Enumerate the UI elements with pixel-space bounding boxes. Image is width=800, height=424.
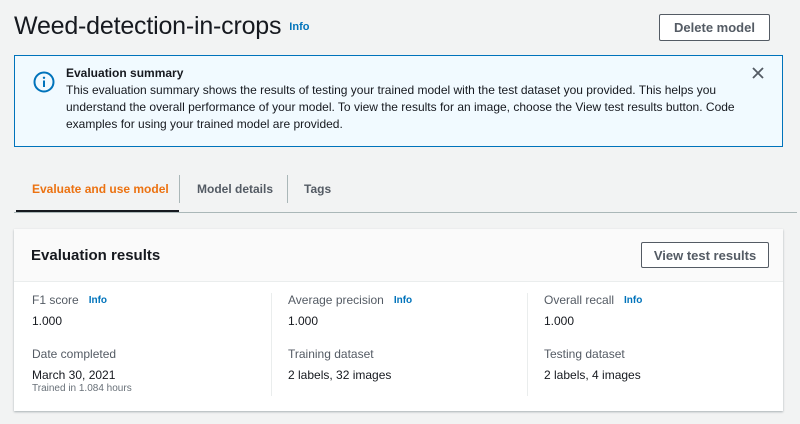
average-precision-label: Average precision Info bbox=[288, 293, 412, 307]
testing-dataset-value: 2 labels, 4 images bbox=[544, 368, 641, 382]
f1-score-label-text: F1 score bbox=[32, 293, 79, 307]
column-divider bbox=[527, 293, 528, 396]
alert-title: Evaluation summary bbox=[66, 66, 184, 80]
page-title: Weed-detection-in-crops bbox=[14, 12, 282, 40]
tab-tags[interactable]: Tags bbox=[304, 182, 331, 196]
average-precision-value: 1.000 bbox=[288, 314, 319, 328]
tab-model-details[interactable]: Model details bbox=[197, 182, 273, 196]
view-test-results-button[interactable]: View test results bbox=[641, 242, 769, 268]
tabs-border bbox=[14, 212, 797, 213]
overall-recall-label-text: Overall recall bbox=[544, 293, 615, 307]
testing-dataset-label: Testing dataset bbox=[544, 347, 625, 361]
f1-score-value: 1.000 bbox=[32, 314, 63, 328]
average-precision-info-link[interactable]: Info bbox=[394, 295, 412, 306]
overall-recall-label: Overall recall Info bbox=[544, 293, 642, 307]
average-precision-label-text: Average precision bbox=[288, 293, 384, 307]
page-header: Weed-detection-in-crops Info bbox=[14, 12, 309, 41]
tab-divider bbox=[179, 175, 180, 203]
evaluation-summary-alert: Evaluation summary This evaluation summa… bbox=[14, 55, 783, 147]
training-dataset-value: 2 labels, 32 images bbox=[288, 368, 392, 382]
panel-title: Evaluation results bbox=[31, 247, 161, 264]
tab-divider bbox=[287, 175, 288, 203]
date-completed-value: March 30, 2021 bbox=[32, 368, 116, 382]
tab-evaluate-and-use-model[interactable]: Evaluate and use model bbox=[32, 182, 169, 196]
close-icon[interactable] bbox=[751, 66, 765, 80]
f1-score-info-link[interactable]: Info bbox=[89, 295, 107, 306]
overall-recall-info-link[interactable]: Info bbox=[624, 295, 642, 306]
training-dataset-label: Training dataset bbox=[288, 347, 374, 361]
tabs: Evaluate and use model Model details Tag… bbox=[14, 166, 783, 213]
overall-recall-value: 1.000 bbox=[544, 314, 575, 328]
column-divider bbox=[271, 293, 272, 396]
delete-model-button[interactable]: Delete model bbox=[659, 14, 770, 41]
info-circle-icon bbox=[33, 71, 55, 93]
title-info-link[interactable]: Info bbox=[289, 21, 309, 33]
date-completed-label: Date completed bbox=[32, 347, 117, 361]
alert-text: This evaluation summary shows the result… bbox=[66, 83, 735, 131]
f1-score-label: F1 score Info bbox=[32, 293, 107, 307]
training-duration: Trained in 1.084 hours bbox=[32, 383, 132, 394]
